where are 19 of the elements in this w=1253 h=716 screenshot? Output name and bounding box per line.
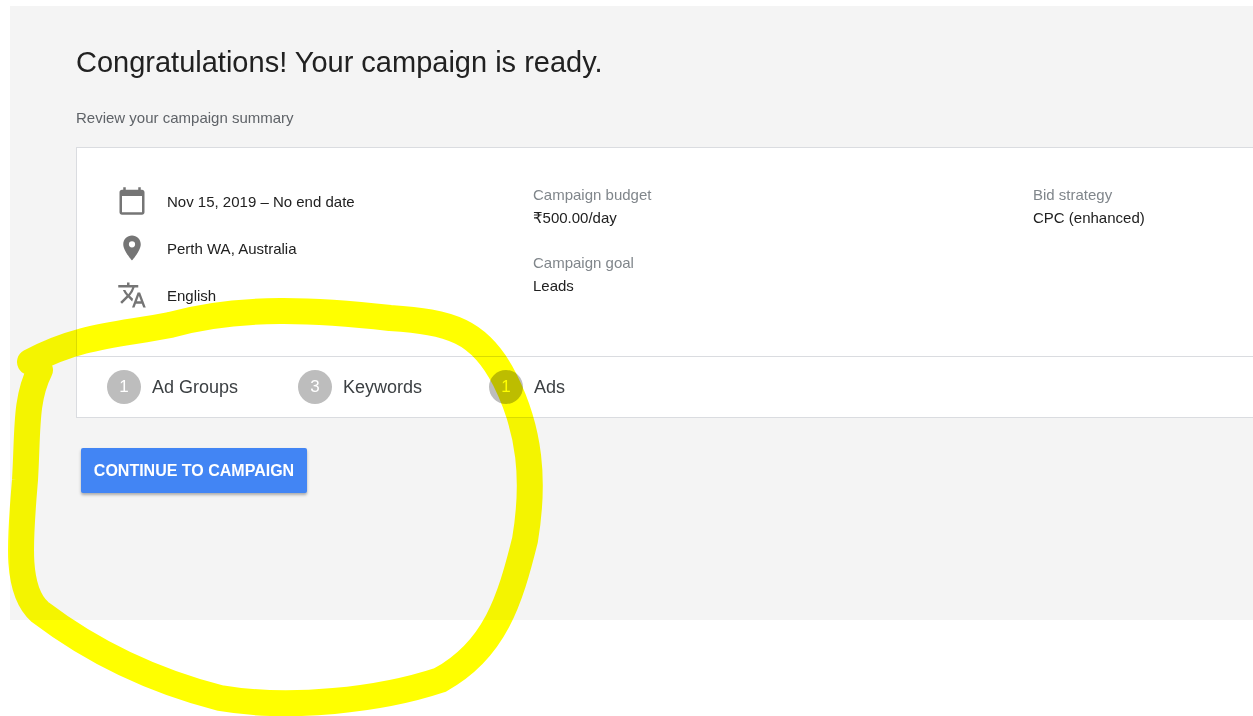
field-label: Campaign budget	[533, 186, 652, 203]
count-label: Ads	[534, 376, 566, 398]
count-label: Keywords	[343, 376, 423, 398]
field-value: Leads	[533, 277, 574, 294]
detail-text: Nov 15, 2019 – No end date	[167, 192, 355, 210]
field-value: CPC (enhanced)	[1033, 209, 1145, 226]
detail-text: English	[167, 286, 217, 304]
count-badge: 1	[107, 370, 141, 404]
field-label: Bid strategy	[1033, 186, 1113, 203]
field-label: Campaign goal	[533, 254, 634, 271]
count-label: Ad Groups	[152, 376, 239, 398]
page-title: Congratulations! Your campaign is ready.	[76, 46, 604, 79]
field-value: ₹500.00/day	[533, 209, 617, 227]
calendar-icon	[117, 186, 147, 216]
continue-button[interactable]: CONTINUE TO CAMPAIGN	[81, 448, 307, 493]
subtitle: Review your campaign summary	[76, 109, 294, 126]
count-badge: 3	[298, 370, 332, 404]
translate-icon	[117, 280, 147, 310]
detail-text: Perth WA, Australia	[167, 239, 297, 257]
